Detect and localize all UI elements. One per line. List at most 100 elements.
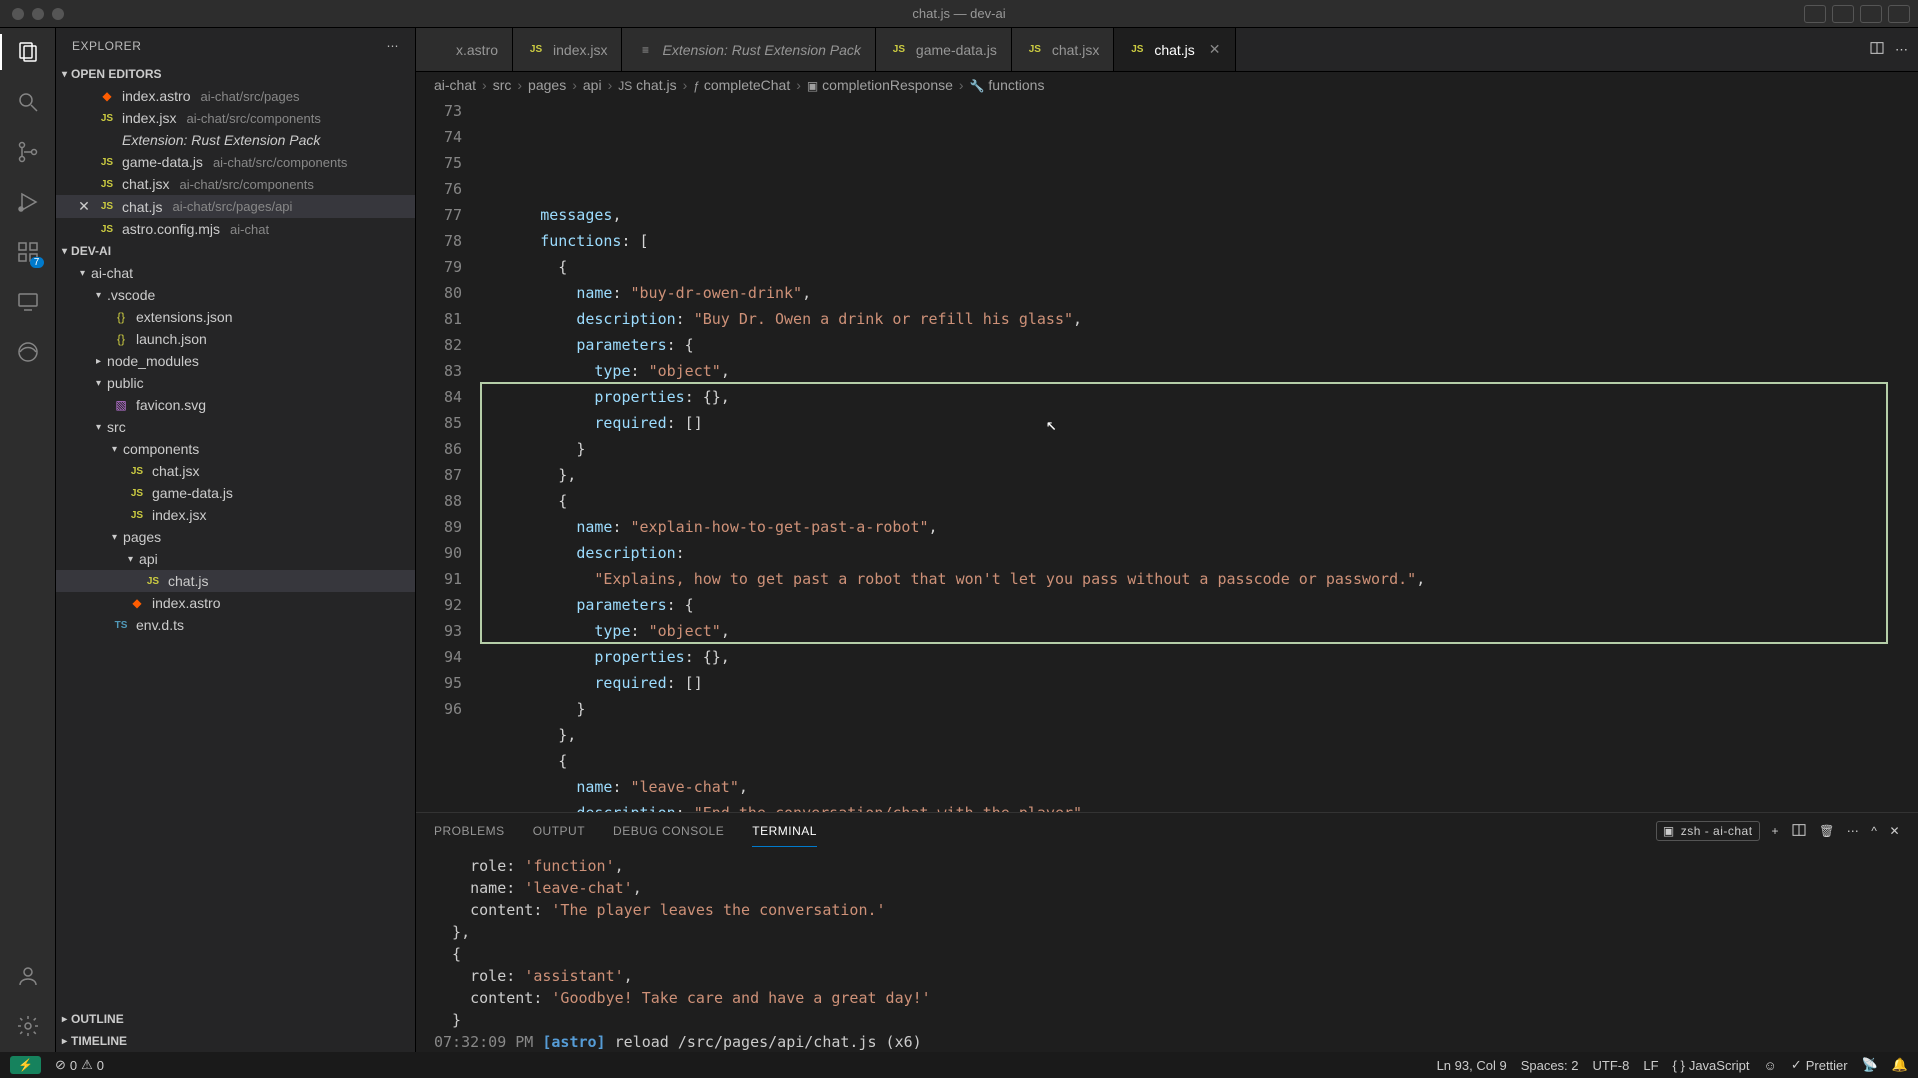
- folder-item[interactable]: ▾.vscode: [56, 284, 415, 306]
- code-line[interactable]: type: "object",: [486, 358, 1918, 384]
- code-line[interactable]: messages,: [486, 202, 1918, 228]
- settings-gear-icon[interactable]: [14, 1012, 42, 1040]
- editor-tab[interactable]: JSgame-data.js: [876, 28, 1012, 71]
- toggle-primary-sidebar[interactable]: [1804, 5, 1826, 23]
- file-item[interactable]: ▧favicon.svg: [56, 394, 415, 416]
- code-line[interactable]: description: "Buy Dr. Owen a drink or re…: [486, 306, 1918, 332]
- folder-item[interactable]: ▾src: [56, 416, 415, 438]
- code-line[interactable]: parameters: {: [486, 332, 1918, 358]
- extensions-icon[interactable]: 7: [14, 238, 42, 266]
- file-item[interactable]: JSchat.jsx: [56, 460, 415, 482]
- code-line[interactable]: required: []: [486, 410, 1918, 436]
- editor-tab[interactable]: JSchat.js✕: [1114, 28, 1235, 71]
- folder-item[interactable]: ▾public: [56, 372, 415, 394]
- code-line[interactable]: properties: {},: [486, 384, 1918, 410]
- editor-tab[interactable]: JSchat.jsx: [1012, 28, 1114, 71]
- file-item[interactable]: TSenv.d.ts: [56, 614, 415, 636]
- breadcrumb-item[interactable]: ƒ completeChat: [693, 77, 790, 93]
- open-editor-item[interactable]: JSchat.jsxai-chat/src/components: [56, 173, 415, 195]
- close-panel-icon[interactable]: ✕: [1889, 824, 1900, 838]
- editor-tab[interactable]: ≡Extension: Rust Extension Pack: [622, 28, 875, 71]
- customize-layout[interactable]: [1888, 5, 1910, 23]
- code-line[interactable]: parameters: {: [486, 592, 1918, 618]
- edge-tools-icon[interactable]: [14, 338, 42, 366]
- live-share-icon[interactable]: 📡: [1862, 1057, 1878, 1073]
- code-line[interactable]: "Explains, how to get past a robot that …: [486, 566, 1918, 592]
- search-icon[interactable]: [14, 88, 42, 116]
- close-tab-icon[interactable]: ✕: [1209, 41, 1221, 58]
- breadcrumb-item[interactable]: src: [493, 77, 512, 93]
- accounts-icon[interactable]: [14, 962, 42, 990]
- terminal-picker[interactable]: ▣ zsh - ai-chat: [1656, 821, 1760, 841]
- problems-status[interactable]: ⊘0 ⚠0: [55, 1057, 104, 1073]
- explorer-icon[interactable]: [14, 38, 42, 66]
- folder-item[interactable]: ▾pages: [56, 526, 415, 548]
- project-header[interactable]: ▾ DEV-AI: [56, 240, 415, 262]
- minimize-window[interactable]: [32, 8, 44, 20]
- code-line[interactable]: {: [486, 254, 1918, 280]
- folder-item[interactable]: ▾components: [56, 438, 415, 460]
- code-line[interactable]: type: "object",: [486, 618, 1918, 644]
- terminal-tab[interactable]: TERMINAL: [752, 816, 817, 847]
- folder-item[interactable]: ▾api: [56, 548, 415, 570]
- terminal-output[interactable]: role: 'function', name: 'leave-chat', co…: [416, 849, 1918, 1052]
- code-line[interactable]: functions: [: [486, 228, 1918, 254]
- code-line[interactable]: },: [486, 462, 1918, 488]
- breadcrumb-item[interactable]: ▣ completionResponse: [807, 77, 953, 93]
- eol-status[interactable]: LF: [1643, 1058, 1658, 1073]
- split-editor-icon[interactable]: [1869, 40, 1885, 59]
- file-item[interactable]: JSchat.js: [56, 570, 415, 592]
- run-debug-icon[interactable]: [14, 188, 42, 216]
- breadcrumbs[interactable]: ai-chat›src›pages›api›JS chat.js›ƒ compl…: [416, 72, 1918, 98]
- breadcrumb-item[interactable]: JS chat.js: [618, 77, 676, 93]
- cursor-position[interactable]: Ln 93, Col 9: [1437, 1058, 1507, 1073]
- remote-indicator[interactable]: ⚡: [10, 1056, 41, 1074]
- maximize-window[interactable]: [52, 8, 64, 20]
- breadcrumb-item[interactable]: 🔧 functions: [970, 77, 1045, 93]
- code-line[interactable]: }: [486, 696, 1918, 722]
- toggle-secondary-sidebar[interactable]: [1860, 5, 1882, 23]
- new-terminal-icon[interactable]: +: [1772, 824, 1780, 838]
- code-line[interactable]: name: "explain-how-to-get-past-a-robot",: [486, 514, 1918, 540]
- close-window[interactable]: [12, 8, 24, 20]
- source-control-icon[interactable]: [14, 138, 42, 166]
- feedback-icon[interactable]: ☺: [1764, 1058, 1777, 1073]
- code-line[interactable]: properties: {},: [486, 644, 1918, 670]
- breadcrumb-item[interactable]: api: [583, 77, 602, 93]
- editor-tab[interactable]: JSindex.jsx: [513, 28, 622, 71]
- file-item[interactable]: {}launch.json: [56, 328, 415, 350]
- maximize-panel-icon[interactable]: ^: [1871, 824, 1877, 838]
- code-line[interactable]: description: "End the conversation/chat …: [486, 800, 1918, 812]
- open-editor-item[interactable]: Extension: Rust Extension Pack: [56, 129, 415, 151]
- code-line[interactable]: description:: [486, 540, 1918, 566]
- open-editor-item[interactable]: JSindex.jsxai-chat/src/components: [56, 107, 415, 129]
- indentation-status[interactable]: Spaces: 2: [1521, 1058, 1579, 1073]
- code-line[interactable]: },: [486, 722, 1918, 748]
- file-item[interactable]: JSgame-data.js: [56, 482, 415, 504]
- remote-explorer-icon[interactable]: [14, 288, 42, 316]
- open-editor-item[interactable]: JSgame-data.jsai-chat/src/components: [56, 151, 415, 173]
- code-line[interactable]: name: "leave-chat",: [486, 774, 1918, 800]
- notifications-icon[interactable]: 🔔: [1892, 1057, 1908, 1073]
- output-tab[interactable]: OUTPUT: [533, 816, 585, 846]
- timeline-header[interactable]: ▸ TIMELINE: [56, 1030, 415, 1052]
- file-item[interactable]: {}extensions.json: [56, 306, 415, 328]
- open-editors-header[interactable]: ▾ OPEN EDITORS: [56, 63, 415, 85]
- file-item[interactable]: JSindex.jsx: [56, 504, 415, 526]
- open-editor-item[interactable]: JSastro.config.mjsai-chat: [56, 218, 415, 240]
- outline-header[interactable]: ▸ OUTLINE: [56, 1008, 415, 1030]
- kill-terminal-icon[interactable]: 🗑: [1819, 824, 1835, 838]
- code-editor[interactable]: 7374757677787980818283848586878889909192…: [416, 98, 1918, 812]
- open-editor-item[interactable]: ✕JSchat.jsai-chat/src/pages/api: [56, 195, 415, 218]
- close-editor-icon[interactable]: ✕: [76, 198, 92, 215]
- code-line[interactable]: }: [486, 436, 1918, 462]
- problems-tab[interactable]: PROBLEMS: [434, 816, 505, 846]
- code-line[interactable]: {: [486, 488, 1918, 514]
- folder-item[interactable]: ▾ai-chat: [56, 262, 415, 284]
- folder-item[interactable]: ▸node_modules: [56, 350, 415, 372]
- panel-more-icon[interactable]: ⋯: [1847, 824, 1860, 838]
- code-line[interactable]: required: []: [486, 670, 1918, 696]
- toggle-panel[interactable]: [1832, 5, 1854, 23]
- encoding-status[interactable]: UTF-8: [1593, 1058, 1630, 1073]
- split-terminal-icon[interactable]: [1791, 822, 1807, 841]
